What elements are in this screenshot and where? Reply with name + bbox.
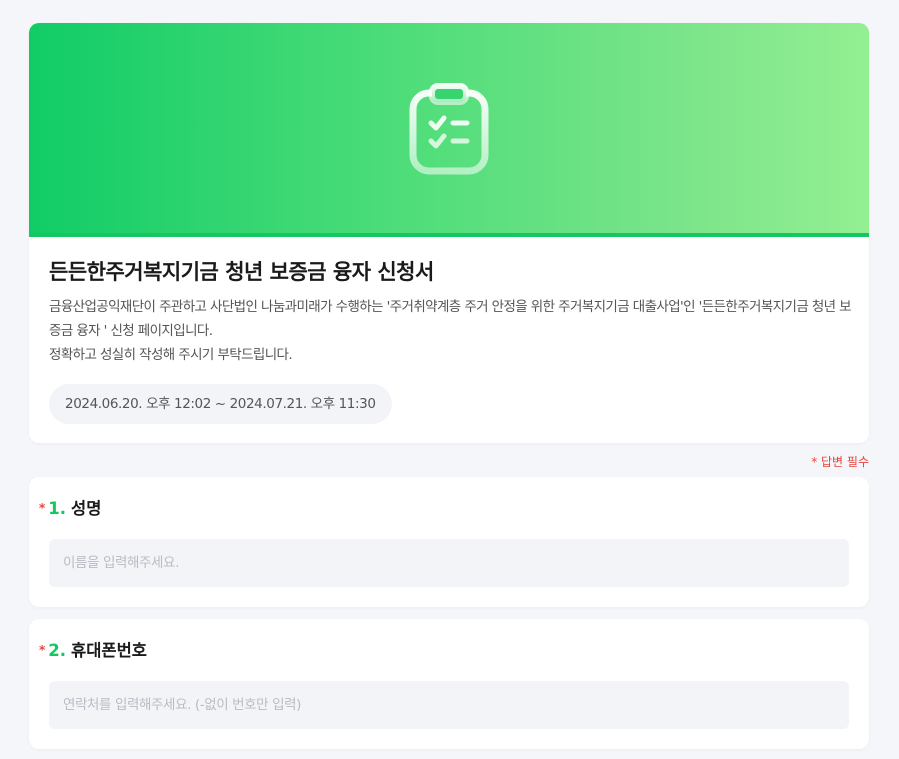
form-header-card: 든든한주거복지기금 청년 보증금 융자 신청서 금융산업공익재단이 주관하고 사…: [29, 23, 869, 443]
question-number: 1.: [48, 499, 67, 518]
question-title: * 2. 휴대폰번호: [39, 638, 147, 662]
phone-input[interactable]: [49, 681, 849, 729]
clipboard-check-icon: [409, 83, 489, 175]
question-label: 휴대폰번호: [71, 641, 147, 660]
form-description-line: 금융산업공익재단이 주관하고 사단법인 나눔과미래가 수행하는 '주거취약계층 …: [49, 299, 852, 339]
required-note: * 답변 필수: [811, 455, 869, 469]
question-number: 2.: [48, 641, 67, 660]
question-card-name: * 1. 성명: [29, 477, 869, 607]
required-star: *: [39, 643, 46, 657]
name-input[interactable]: [49, 539, 849, 587]
question-label: 성명: [71, 499, 102, 518]
form-period-badge: 2024.06.20. 오후 12:02 ~ 2024.07.21. 오후 11…: [49, 384, 392, 424]
form-title: 든든한주거복지기금 청년 보증금 융자 신청서: [49, 260, 434, 284]
form-container: 든든한주거복지기금 청년 보증금 융자 신청서 금융산업공익재단이 주관하고 사…: [29, 23, 869, 749]
question-title: * 1. 성명: [39, 496, 101, 520]
required-star: *: [39, 501, 46, 515]
form-description-line: 정확하고 성실히 작성해 주시기 부탁드립니다.: [49, 347, 293, 363]
question-card-phone: * 2. 휴대폰번호: [29, 619, 869, 749]
form-description: 금융산업공익재단이 주관하고 사단법인 나눔과미래가 수행하는 '주거취약계층 …: [49, 295, 854, 367]
form-banner: [29, 23, 869, 233]
